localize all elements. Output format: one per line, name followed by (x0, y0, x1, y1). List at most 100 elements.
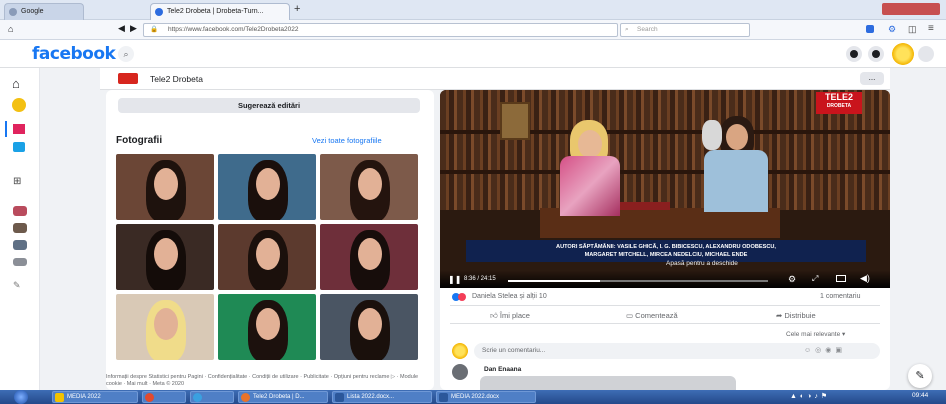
photo-thumbnail[interactable] (116, 294, 214, 360)
portrait-face (256, 168, 280, 200)
start-button[interactable] (14, 390, 28, 404)
word-icon (439, 393, 448, 402)
photo-thumbnail[interactable] (320, 294, 418, 360)
apps-grid-icon[interactable]: ⊞ (13, 176, 21, 187)
settings-icon[interactable]: ⚙ (888, 24, 896, 35)
settings-icon[interactable]: ⚙ (788, 274, 796, 285)
taskbar-item[interactable] (142, 391, 186, 403)
reaction-icons[interactable] (452, 293, 468, 301)
notifications-icon[interactable] (868, 46, 884, 62)
comment-input[interactable]: Scrie un comentariu... ☺◎◉▣ (474, 343, 880, 359)
photo-thumbnail[interactable] (116, 224, 214, 290)
comment-tools-icons[interactable]: ☺◎◉▣ (804, 343, 846, 359)
caption-line: MARGARET MITCHELL, MIRCEA NEDELCIU, MICH… (584, 252, 748, 258)
group-shortcut-icon[interactable] (13, 258, 27, 266)
group-shortcut-icon[interactable] (13, 240, 27, 250)
presenter-blouse (560, 156, 620, 216)
photo-thumbnail[interactable] (320, 154, 418, 220)
reactions-summary[interactable]: Daniela Stelea și alții 10 (472, 293, 547, 300)
task-label: Tele2 Drobeta | D... (253, 394, 305, 400)
profile-avatar[interactable] (892, 43, 914, 65)
photo-thumbnail[interactable] (218, 224, 316, 290)
task-label: Lista 2022.docx... (347, 394, 395, 400)
tab-google[interactable]: Google (4, 3, 84, 20)
taskbar-clock: 09:44 (912, 392, 929, 399)
active-indicator (5, 121, 7, 137)
home-icon[interactable]: ⌂ (8, 24, 13, 34)
see-all-photos-link[interactable]: Vezi toate fotografiile (312, 136, 382, 145)
volume-icon[interactable]: ◀) (860, 273, 870, 284)
photo-thumbnail[interactable] (320, 224, 418, 290)
share-label: Distribuie (784, 311, 816, 320)
taskbar-item[interactable]: Lista 2022.docx... (332, 391, 432, 403)
address-bar[interactable]: 🔒 https://www.facebook.com/Tele2Drobeta2… (143, 23, 618, 37)
facebook-favicon-icon (155, 8, 163, 16)
page-footer-links[interactable]: Informații despre Statistici pentru Pagi… (106, 374, 426, 388)
back-icon[interactable]: ◀ (118, 23, 125, 34)
video-caption-banner: AUTORI SĂPTĂMÂNII: VASILE GHICĂ, I. G. B… (466, 240, 866, 262)
mini-player-icon[interactable] (836, 275, 846, 282)
thumbs-up-icon: 👍︎ (490, 311, 500, 320)
commenter-avatar[interactable] (452, 364, 468, 380)
comment-placeholder: Scrie un comentariu... (482, 347, 546, 354)
video-progress-fill (508, 280, 600, 282)
divider (450, 323, 880, 324)
comment-sort-dropdown[interactable]: Cele mai relevante ▾ (786, 330, 845, 338)
group-shortcut-icon[interactable] (13, 206, 27, 216)
taskbar-item[interactable] (190, 391, 234, 403)
video-progress-track[interactable] (508, 280, 768, 282)
task-label: MEDIA 2022 (67, 394, 101, 400)
new-tab-button[interactable]: + (294, 3, 300, 15)
taskbar-item[interactable]: MEDIA 2022.docx (436, 391, 536, 403)
watch-icon[interactable] (13, 142, 25, 152)
downloads-icon[interactable] (866, 25, 874, 33)
tab-tele2-drobeta[interactable]: Tele2 Drobeta | Drobeta-Turn... (150, 3, 290, 20)
portrait-face (154, 238, 178, 270)
comment-button[interactable]: ▭ Comentează (626, 311, 678, 320)
suggest-edits-button[interactable]: Sugerează editări (118, 98, 420, 113)
caption-line: AUTORI SĂPTĂMÂNII: VASILE GHICĂ, I. G. B… (556, 244, 776, 250)
taskbar-item[interactable]: MEDIA 2022 (52, 391, 138, 403)
comment-label: Comentează (635, 311, 678, 320)
edit-shortcuts-icon[interactable]: ✎ (13, 280, 21, 291)
comment-bubble-icon: ▭ (626, 311, 636, 320)
avatar-shortcut[interactable] (12, 98, 26, 112)
commenter-name[interactable]: Dan Enaana (484, 366, 521, 373)
search-icon[interactable]: ⌕ (118, 46, 134, 62)
tab-label: Google (21, 8, 44, 15)
home-icon[interactable]: ⌂ (12, 76, 20, 91)
window-controls[interactable] (882, 3, 940, 15)
tele2-brand-logo: TELE2 DROBETA (816, 92, 862, 114)
photo-thumbnail[interactable] (116, 154, 214, 220)
account-menu-icon[interactable] (918, 46, 934, 62)
browser-search-input[interactable]: ⌕ Search (620, 23, 750, 37)
menu-icon[interactable]: ≡ (928, 23, 934, 34)
photo-thumbnail[interactable] (218, 154, 316, 220)
flag-icon[interactable] (13, 124, 25, 134)
video-player[interactable]: TELE2 DROBETA AUTORI SĂPTĂMÂNII: VASILE … (440, 90, 890, 288)
page-name[interactable]: Tele2 Drobeta (150, 74, 203, 84)
word-icon (335, 393, 344, 402)
more-options-button[interactable]: ... (860, 72, 884, 85)
sidebar-icon[interactable]: ◫ (908, 24, 917, 35)
portrait-face (256, 308, 280, 340)
bust-statue (702, 120, 722, 150)
group-shortcut-icon[interactable] (13, 223, 27, 233)
facebook-logo[interactable]: facebook (32, 44, 116, 64)
like-label: Îmi place (499, 311, 530, 320)
fullscreen-icon[interactable]: ⤢ (812, 274, 818, 284)
like-button[interactable]: 👍︎ Îmi place (490, 311, 530, 321)
messenger-icon[interactable] (846, 46, 862, 62)
forward-icon[interactable]: ▶ (130, 23, 137, 34)
shelf-divider (440, 170, 890, 174)
new-message-icon[interactable]: ✎ (908, 364, 932, 388)
url-text: https://www.facebook.com/Tele2Drobeta202… (168, 26, 299, 33)
photo-thumbnail[interactable] (218, 294, 316, 360)
page-avatar[interactable] (118, 73, 138, 84)
taskbar-item[interactable]: Tele2 Drobeta | D... (238, 391, 328, 403)
system-tray-icons[interactable]: ▲◐◑♪⚑ (790, 392, 830, 400)
comments-count[interactable]: 1 comentariu (820, 293, 860, 300)
comment-attachment[interactable] (480, 376, 736, 390)
share-button[interactable]: ➦ Distribuie (776, 311, 816, 320)
pause-icon[interactable]: ❚❚ (448, 275, 461, 284)
